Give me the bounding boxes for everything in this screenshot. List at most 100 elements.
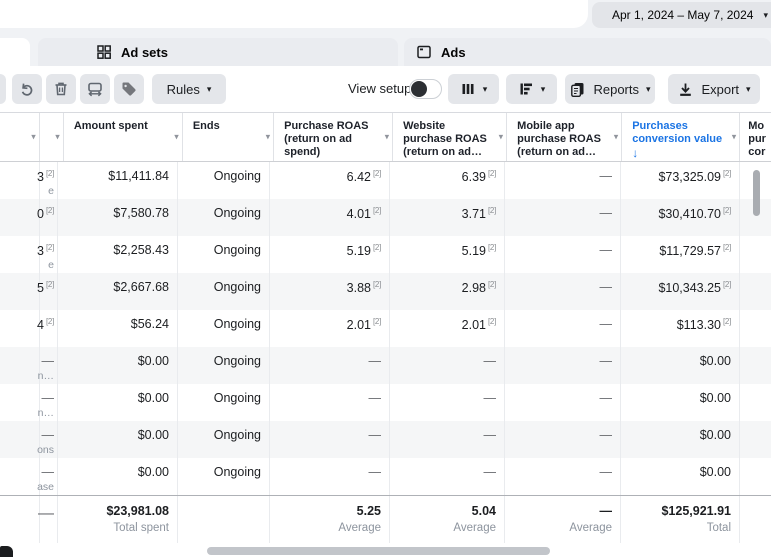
cell-more bbox=[740, 421, 771, 458]
view-setup-label: View setup bbox=[348, 81, 411, 96]
cell-value: — bbox=[369, 428, 382, 442]
cell-more bbox=[740, 384, 771, 421]
cell-website_roas: — bbox=[390, 384, 505, 421]
cell-more bbox=[740, 310, 771, 347]
cell-value: Ongoing bbox=[214, 465, 261, 479]
column-header-more[interactable]: Mo pur cor bbox=[740, 113, 771, 161]
cell-value-clipped: — bbox=[42, 428, 55, 442]
cell-value: $7,580.78 bbox=[113, 206, 169, 220]
reports-button[interactable]: Reports ▾ bbox=[565, 74, 655, 104]
cell-value: $0.00 bbox=[138, 428, 169, 442]
total-cell-colb: — bbox=[40, 496, 58, 543]
cell-colb: 4[2] bbox=[40, 310, 58, 347]
cell-amount_spent: $0.00 bbox=[58, 384, 178, 421]
help-button-partial[interactable] bbox=[0, 546, 13, 557]
table-header-row: ▾▾Amount spent▾Ends▾Purchase ROAS (retur… bbox=[0, 113, 771, 162]
cell-value: — bbox=[484, 391, 497, 405]
total-label: Average bbox=[507, 522, 612, 534]
cell-ends: Ongoing bbox=[178, 236, 270, 273]
tab-ad-sets[interactable]: Ad sets bbox=[38, 38, 398, 66]
column-header-label: Amount spent bbox=[74, 120, 148, 132]
breakdown-button[interactable]: ▾ bbox=[506, 74, 557, 104]
table-row[interactable]: 0[2]$7,580.78Ongoing4.01[2]3.71[2]—$30,4… bbox=[0, 199, 771, 236]
columns-button[interactable]: ▾ bbox=[448, 74, 499, 104]
column-header-website_roas[interactable]: Website purchase ROAS (return on ad…▾ bbox=[393, 113, 507, 161]
total-value: 5.25 bbox=[272, 504, 381, 518]
table-row[interactable]: 3[2]e$11,411.84Ongoing6.42[2]6.39[2]—$73… bbox=[0, 162, 771, 199]
cell-value-clipped: — bbox=[42, 465, 55, 479]
cell-value: 3 bbox=[37, 170, 44, 184]
cell-amount_spent: $0.00 bbox=[58, 421, 178, 458]
cell-amount_spent: $0.00 bbox=[58, 458, 178, 495]
column-header-purchase_roas[interactable]: Purchase ROAS (return on ad spend)▾ bbox=[274, 113, 393, 161]
table-row[interactable]: 4[2]$56.24Ongoing2.01[2]2.01[2]—$113.30[… bbox=[0, 310, 771, 347]
cell-ends: Ongoing bbox=[178, 162, 270, 199]
undo-button[interactable] bbox=[12, 74, 42, 104]
view-setup-toggle[interactable] bbox=[409, 79, 442, 99]
sort-descending-icon: ↓ bbox=[632, 147, 726, 160]
cell-value: 2.01 bbox=[347, 318, 371, 332]
cell-cola bbox=[0, 199, 40, 236]
total-value: $125,921.91 bbox=[623, 504, 731, 518]
footnote-marker: [2] bbox=[488, 206, 496, 215]
cell-sublabel-clipped: ase bbox=[37, 481, 54, 493]
footnote-marker: [2] bbox=[46, 206, 54, 215]
cell-value: 3.88 bbox=[347, 281, 371, 295]
rules-button[interactable]: Rules ▾ bbox=[152, 74, 226, 104]
table-row[interactable]: —n…$0.00Ongoing———$0.00 bbox=[0, 384, 771, 421]
total-value: — bbox=[38, 505, 54, 523]
cell-value: 3 bbox=[37, 244, 44, 258]
cell-value: — bbox=[600, 317, 613, 331]
cell-more bbox=[740, 347, 771, 384]
delete-button[interactable] bbox=[46, 74, 76, 104]
cell-value: $0.00 bbox=[700, 391, 731, 405]
tab-campaigns-partial[interactable] bbox=[0, 38, 30, 67]
table-row[interactable]: 3[2]e$2,258.43Ongoing5.19[2]5.19[2]—$11,… bbox=[0, 236, 771, 273]
column-header-mobile_roas[interactable]: Mobile app purchase ROAS (return on ad…▾ bbox=[507, 113, 622, 161]
cell-value: 2.98 bbox=[462, 281, 486, 295]
export-button[interactable]: Export ▾ bbox=[668, 74, 760, 104]
cell-colb: — n… bbox=[40, 347, 58, 384]
cell-website_roas: — bbox=[390, 347, 505, 384]
footnote-marker: [2] bbox=[723, 206, 731, 215]
toolbar-partial-button[interactable] bbox=[0, 74, 6, 104]
breakdown-icon bbox=[518, 81, 534, 97]
column-header-amount_spent[interactable]: Amount spent▾ bbox=[64, 113, 183, 161]
cell-website_roas: 2.98[2] bbox=[390, 273, 505, 310]
horizontal-scrollbar-thumb[interactable] bbox=[207, 547, 550, 555]
table-row[interactable]: 5[2]$2,667.68Ongoing3.88[2]2.98[2]—$10,3… bbox=[0, 273, 771, 310]
footnote-marker: [2] bbox=[488, 317, 496, 326]
date-range-selector[interactable]: Apr 1, 2024 – May 7, 2024 ▾ bbox=[592, 2, 771, 28]
tag-button[interactable] bbox=[114, 74, 144, 104]
column-header-purchases_cv[interactable]: Purchases conversion value↓▾ bbox=[622, 113, 740, 161]
cell-mobile_roas: — bbox=[505, 347, 621, 384]
tab-ads[interactable]: Ads bbox=[404, 38, 771, 66]
table-row[interactable]: —ase$0.00Ongoing———$0.00 bbox=[0, 458, 771, 495]
cell-more bbox=[740, 273, 771, 310]
cell-purchases_cv: $0.00 bbox=[621, 384, 740, 421]
cell-cola bbox=[0, 421, 40, 458]
column-header-cola[interactable]: ▾ bbox=[0, 113, 40, 161]
cell-value-clipped: — bbox=[42, 354, 55, 368]
cell-value: — bbox=[369, 391, 382, 405]
edit-destination-button[interactable] bbox=[80, 74, 110, 104]
table-row[interactable]: —ons$0.00Ongoing———$0.00 bbox=[0, 421, 771, 458]
sort-caret-icon: ▾ bbox=[732, 131, 737, 144]
column-header-ends[interactable]: Ends▾ bbox=[183, 113, 274, 161]
table-row[interactable]: —n…$0.00Ongoing———$0.00 bbox=[0, 347, 771, 384]
cell-sublabel-clipped: n… bbox=[38, 370, 54, 382]
cell-colb: 0[2] bbox=[40, 199, 58, 236]
column-header-label: Purchase ROAS (return on ad spend) bbox=[284, 120, 368, 158]
cell-website_roas: 2.01[2] bbox=[390, 310, 505, 347]
cell-ends: Ongoing bbox=[178, 199, 270, 236]
column-header-colb[interactable]: ▾ bbox=[40, 113, 64, 161]
total-cell-ends bbox=[178, 496, 270, 543]
vertical-scrollbar-thumb[interactable] bbox=[753, 170, 760, 216]
cell-value: — bbox=[484, 354, 497, 368]
total-label: Total bbox=[623, 522, 731, 534]
cell-purchases_cv: $30,410.70[2] bbox=[621, 199, 740, 236]
footnote-marker: [2] bbox=[46, 243, 54, 252]
cell-purchase_roas: — bbox=[270, 458, 390, 495]
cell-mobile_roas: — bbox=[505, 384, 621, 421]
column-header-label: Website purchase ROAS (return on ad… bbox=[403, 120, 487, 158]
